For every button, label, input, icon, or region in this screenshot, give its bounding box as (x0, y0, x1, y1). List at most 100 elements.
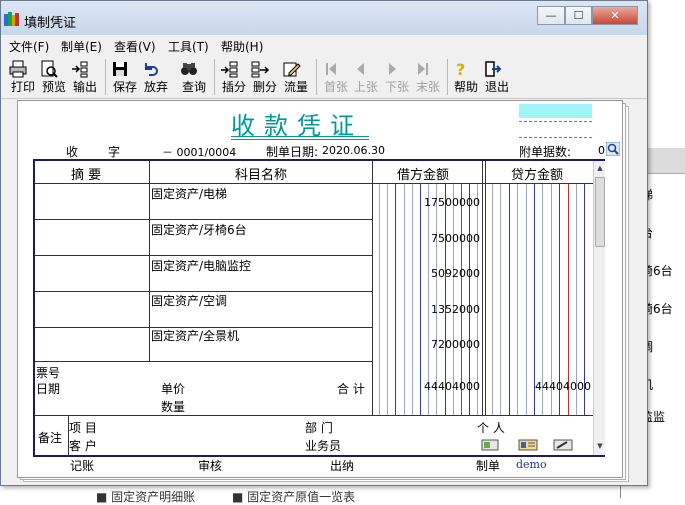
next-voucher-button[interactable]: 下张 (382, 57, 412, 97)
qty-label: 数量 (161, 400, 186, 414)
total-credit: 44404000 (535, 380, 591, 393)
tool-icon[interactable] (553, 439, 573, 451)
preview-button[interactable]: 预览 (39, 57, 69, 97)
query-button[interactable]: 查询 (179, 57, 209, 97)
grid-line (35, 255, 372, 256)
dashed-line (519, 137, 592, 138)
delete-line-button[interactable]: 删分 (250, 57, 280, 97)
help-bulb-icon: ? (456, 60, 465, 79)
row-account[interactable]: 固定资产/全景机 (151, 327, 239, 344)
title-underline (231, 136, 369, 137)
grid-line (485, 161, 486, 415)
exit-door-icon (485, 61, 502, 77)
menu-bar: 文件(F) 制单(E) 查看(V) 工具(T) 帮助(H) (1, 35, 647, 55)
row-account[interactable]: 固定资产/牙椅6台 (151, 221, 247, 238)
insert-line-button[interactable]: 插分 (219, 57, 249, 97)
attach-count[interactable]: 0 (598, 144, 605, 157)
menu-tools[interactable]: 工具(T) (168, 38, 209, 55)
dept-label: 部 门 (305, 421, 333, 435)
cashier-label: 出纳 (330, 459, 355, 473)
close-button[interactable]: ✕ (592, 6, 638, 25)
customer-label: 客 户 (69, 439, 97, 453)
vertical-scrollbar[interactable]: ▲ ▼ (593, 161, 605, 455)
toolbar-separator (316, 59, 317, 95)
first-page-icon (326, 63, 336, 75)
row-account[interactable]: 固定资产/电脑监控 (151, 257, 251, 274)
help-button[interactable]: ? 帮助 (451, 57, 481, 97)
attach-label: 附单据数: (519, 145, 572, 159)
cashflow-button[interactable]: 流量 (281, 57, 311, 97)
row-debit[interactable]: 5092000 (373, 267, 480, 280)
total-label: 合 计 (337, 382, 365, 396)
ticket-no-label: 票号 (36, 366, 61, 380)
delete-row-icon (251, 61, 270, 78)
export-button[interactable]: 输出 (70, 57, 100, 97)
scroll-thumb[interactable] (595, 177, 605, 247)
scroll-down-arrow-icon[interactable]: ▼ (594, 439, 606, 453)
pencil-note-icon (283, 62, 301, 77)
prev-page-icon (357, 63, 364, 75)
svg-text:?: ? (456, 60, 465, 79)
total-debit: 44404000 (424, 380, 480, 393)
scroll-up-arrow-icon[interactable]: ▲ (594, 161, 606, 175)
floppy-disk-icon (113, 62, 127, 76)
title-bar: 填制凭证 — ☐ ✕ (1, 1, 647, 35)
voucher-number[interactable]: － 0001/0004 (162, 144, 236, 160)
voucher-type[interactable]: 收 (66, 143, 78, 160)
row-account[interactable]: 固定资产/空调 (151, 292, 227, 309)
magnifier-icon[interactable] (606, 142, 620, 156)
app-books-icon (4, 12, 19, 26)
voucher-highlight-field[interactable] (519, 104, 592, 118)
ticket-date-label: 日期 (36, 382, 61, 396)
bookkeeping-label: 记账 (70, 459, 95, 473)
maximize-button[interactable]: ☐ (565, 6, 592, 25)
person-label: 个 人 (477, 421, 505, 435)
date-label: 制单日期: (266, 145, 319, 159)
first-voucher-button[interactable]: 首张 (321, 57, 351, 97)
prev-voucher-button[interactable]: 上张 (351, 57, 381, 97)
grid-line (149, 161, 150, 361)
row-account[interactable]: 固定资产/电梯 (151, 185, 227, 202)
voucher-date[interactable]: 2020.06.30 (322, 144, 385, 157)
voucher-no-label: 字 (108, 145, 121, 159)
print-button[interactable]: 打印 (8, 57, 38, 97)
maker-label: 制单 (476, 459, 501, 473)
background-link-summary[interactable]: ■ 固定资产原值一览表 (232, 488, 355, 505)
menu-view[interactable]: 查看(V) (114, 38, 156, 55)
grid-line (482, 161, 483, 415)
toolbar-separator (214, 59, 215, 95)
last-voucher-button[interactable]: 末张 (413, 57, 443, 97)
menu-voucher[interactable]: 制单(E) (61, 38, 102, 55)
export-arrow-icon (72, 61, 88, 78)
remarks-label: 备注 (38, 431, 63, 445)
preview-icon (41, 60, 58, 78)
row-debit[interactable]: 17500000 (373, 196, 480, 209)
save-button[interactable]: 保存 (110, 57, 140, 97)
card-icon[interactable] (481, 439, 499, 451)
menu-help[interactable]: 帮助(H) (221, 38, 263, 55)
row-debit[interactable]: 7200000 (373, 338, 480, 351)
undo-icon (145, 63, 158, 76)
binoculars-icon (181, 63, 197, 75)
minimize-button[interactable]: — (537, 6, 565, 25)
maker-name: demo (516, 458, 547, 471)
header-credit: 贷方金额 (511, 168, 564, 183)
insert-row-icon (221, 61, 238, 78)
background-link-detail[interactable]: ■ 固定资产明细账 (96, 488, 195, 505)
last-page-icon (418, 63, 428, 75)
exit-button[interactable]: 退出 (482, 57, 512, 97)
voucher-grid: 摘 要 科目名称 借方金额 贷方金额 固定资产/电梯 17500000 固定资产… (33, 159, 605, 457)
title-underline (231, 139, 369, 140)
menu-file[interactable]: 文件(F) (9, 38, 49, 55)
header-debit: 借方金额 (397, 168, 450, 183)
discard-button[interactable]: 放弃 (141, 57, 171, 97)
window-title: 填制凭证 (24, 16, 77, 31)
row-debit[interactable]: 1352000 (373, 303, 480, 316)
next-page-icon (389, 63, 396, 75)
salesman-label: 业务员 (305, 439, 342, 453)
contact-card-icon[interactable] (518, 439, 538, 451)
row-debit[interactable]: 7500000 (373, 232, 480, 245)
toolbar-separator (447, 59, 448, 95)
dashed-line (519, 121, 592, 122)
grid-line (35, 219, 372, 220)
